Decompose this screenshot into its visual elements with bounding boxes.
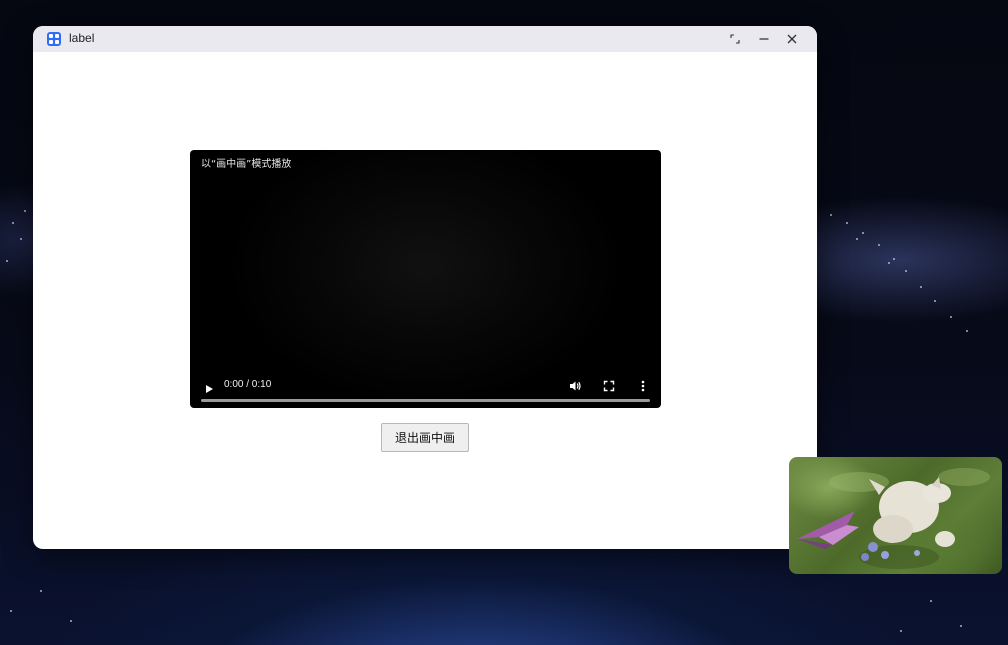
video-time-display: 0:00 / 0:10 xyxy=(224,379,272,390)
fullscreen-button[interactable] xyxy=(602,378,616,392)
close-button[interactable] xyxy=(783,30,801,48)
exit-pip-button[interactable]: 退出画中画 xyxy=(381,423,469,452)
app-grid-icon xyxy=(47,32,61,46)
window-titlebar[interactable]: label xyxy=(33,26,817,52)
minimize-icon xyxy=(759,38,769,40)
window-title: label xyxy=(69,31,95,45)
app-window: label 以“画中画”模式播放 0:00 / 0:10 退出画中画 xyxy=(33,26,817,549)
restore-button[interactable] xyxy=(726,30,744,48)
minimize-button[interactable] xyxy=(755,30,773,48)
more-vertical-icon xyxy=(641,380,645,392)
video-pip-caption: 以“画中画”模式播放 xyxy=(201,159,292,170)
video-progress-bar[interactable] xyxy=(201,399,650,402)
desktop-background: label 以“画中画”模式播放 0:00 / 0:10 退出画中画 xyxy=(0,0,1008,645)
pip-video-window[interactable] xyxy=(789,457,1002,574)
fullscreen-icon xyxy=(603,380,615,392)
play-button[interactable] xyxy=(203,380,215,393)
video-controls: 0:00 / 0:10 xyxy=(190,362,661,408)
pip-video-frame xyxy=(797,468,990,569)
close-icon xyxy=(787,34,797,44)
play-icon xyxy=(206,385,213,393)
volume-icon xyxy=(570,381,581,391)
video-player[interactable]: 以“画中画”模式播放 0:00 / 0:10 xyxy=(190,150,661,408)
more-options-button[interactable] xyxy=(636,378,650,392)
restore-icon xyxy=(730,34,740,44)
volume-button[interactable] xyxy=(568,378,582,392)
